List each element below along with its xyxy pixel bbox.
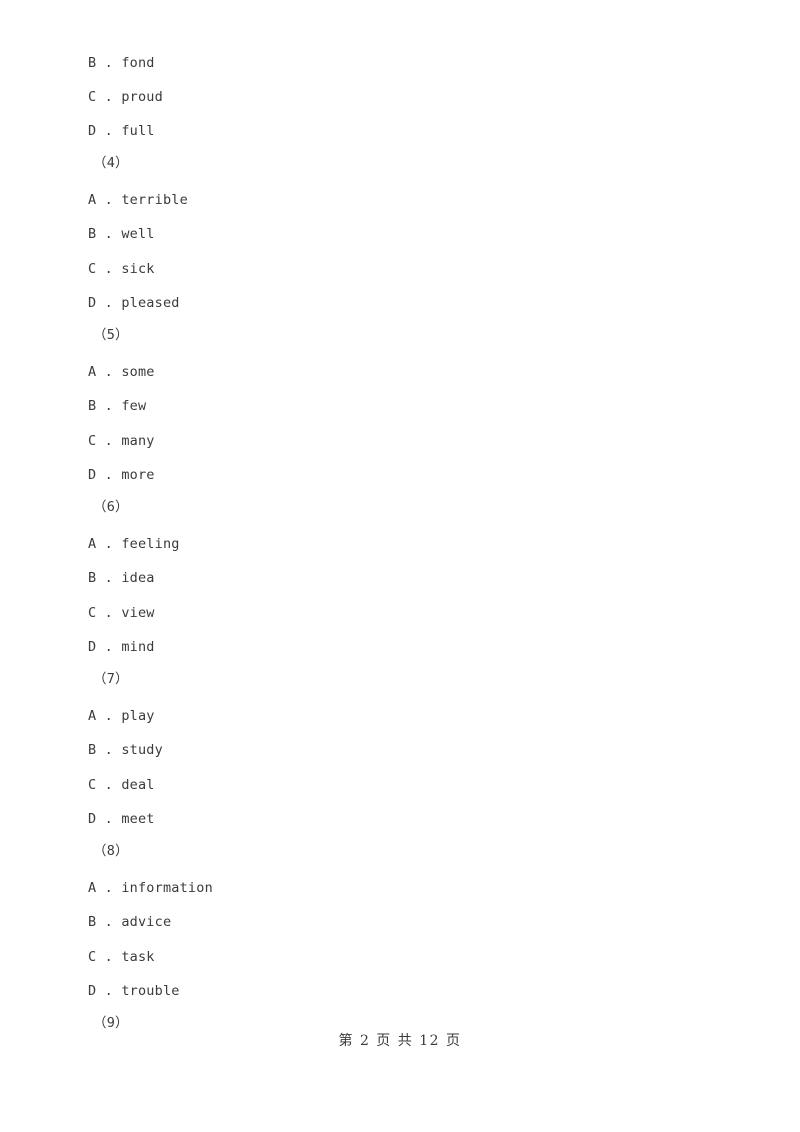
option-separator: . [96, 777, 122, 793]
option-separator: . [96, 605, 122, 621]
question-number-text: （7） [93, 671, 129, 687]
option-separator: . [96, 55, 122, 71]
option-text: terrible [121, 192, 188, 208]
option-text: feeling [121, 536, 180, 552]
answer-option: B . well [0, 217, 800, 251]
answer-option: D . mind [0, 630, 800, 664]
answer-option: A . terrible [0, 183, 800, 217]
answer-option: C . task [0, 940, 800, 974]
option-text: study [121, 742, 163, 758]
question-number-text: （9） [93, 1015, 129, 1031]
option-text: mind [121, 639, 155, 655]
answer-option: D . more [0, 458, 800, 492]
answer-option: D . pleased [0, 286, 800, 320]
option-text: fond [121, 55, 155, 71]
question-number-text: （8） [93, 843, 129, 859]
option-separator: . [96, 89, 122, 105]
option-text: advice [121, 914, 172, 930]
question-number-text: （4） [93, 155, 129, 171]
option-text: idea [121, 570, 155, 586]
option-text: well [121, 226, 155, 242]
option-text: more [121, 467, 155, 483]
option-text: some [121, 364, 155, 380]
option-text: trouble [121, 983, 180, 999]
option-separator: . [96, 914, 122, 930]
option-text: sick [121, 261, 155, 277]
option-text: information [121, 880, 213, 896]
option-text: task [121, 949, 155, 965]
option-separator: . [96, 123, 122, 139]
option-text: deal [121, 777, 155, 793]
answer-option: A . feeling [0, 527, 800, 561]
option-separator: . [96, 467, 122, 483]
question-number-text: （6） [93, 499, 129, 515]
answer-option: B . advice [0, 905, 800, 939]
question-number: （8） [0, 834, 800, 868]
answer-option: C . proud [0, 80, 800, 114]
question-number: （7） [0, 662, 800, 696]
answer-option: B . few [0, 389, 800, 423]
answer-option: A . some [0, 355, 800, 389]
answer-option: D . meet [0, 802, 800, 836]
answer-option: A . information [0, 871, 800, 905]
option-separator: . [96, 570, 122, 586]
option-separator: . [96, 811, 122, 827]
option-separator: . [96, 949, 122, 965]
answer-option: A . play [0, 699, 800, 733]
page-footer: 第 2 页 共 12 页 [338, 1033, 462, 1049]
option-separator: . [96, 708, 122, 724]
option-separator: . [96, 192, 122, 208]
option-separator: . [96, 880, 122, 896]
answer-option: B . idea [0, 561, 800, 595]
option-text: meet [121, 811, 155, 827]
question-number: （5） [0, 318, 800, 352]
option-separator: . [96, 433, 122, 449]
answer-option: B . study [0, 733, 800, 767]
answer-option: C . view [0, 596, 800, 630]
answer-option: D . full [0, 114, 800, 148]
option-text: proud [121, 89, 163, 105]
answer-option: C . many [0, 424, 800, 458]
option-text: view [121, 605, 155, 621]
option-text: play [121, 708, 155, 724]
option-separator: . [96, 742, 122, 758]
option-separator: . [96, 398, 122, 414]
answer-option: C . deal [0, 768, 800, 802]
option-text: pleased [121, 295, 180, 311]
option-separator: . [96, 536, 122, 552]
answer-option: B . fond [0, 46, 800, 80]
option-separator: . [96, 295, 122, 311]
option-separator: . [96, 226, 122, 242]
answer-option: D . trouble [0, 974, 800, 1008]
option-separator: . [96, 639, 122, 655]
option-text: few [121, 398, 147, 414]
document-page: B . fond C . proud D . full （4） A . terrible… [0, 0, 800, 1132]
option-separator: . [96, 983, 122, 999]
question-number-text: （5） [93, 327, 129, 343]
answer-option: C . sick [0, 252, 800, 286]
option-text: full [121, 123, 155, 139]
question-number: （6） [0, 490, 800, 524]
option-text: many [121, 433, 155, 449]
option-separator: . [96, 261, 122, 277]
question-number: （4） [0, 146, 800, 180]
option-separator: . [96, 364, 122, 380]
